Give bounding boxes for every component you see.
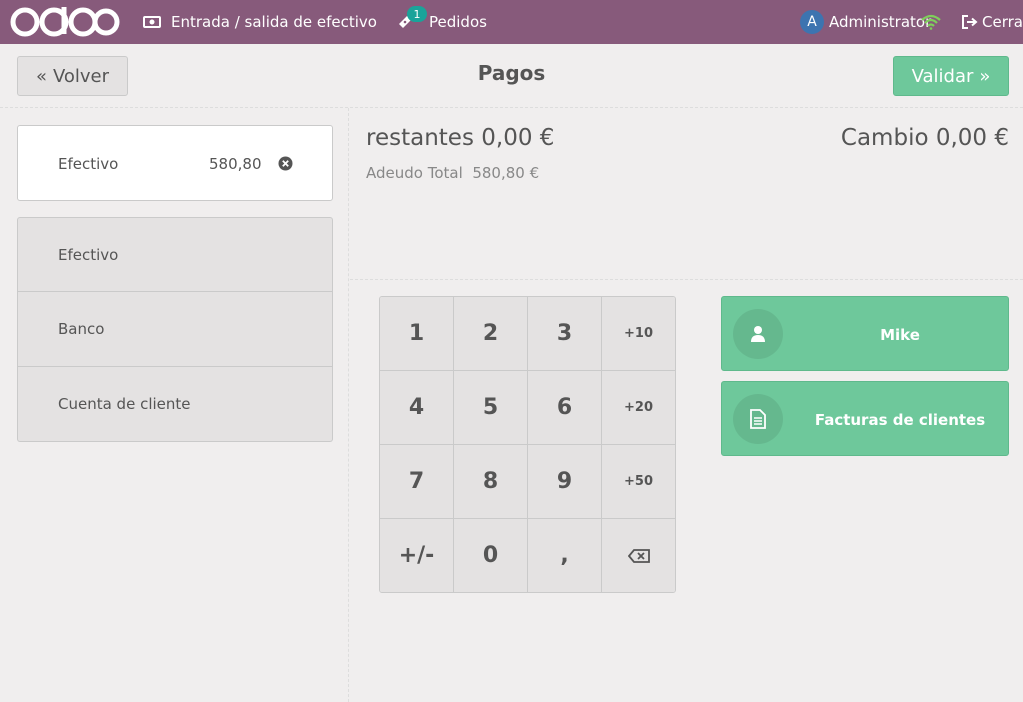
- logout-label: Cerrar: [982, 13, 1023, 31]
- numpad-key-7[interactable]: 7: [380, 445, 454, 519]
- payment-line[interactable]: Efectivo 580,80: [17, 125, 333, 201]
- numpad: 1 2 3 +10 4 5 6 +20 7 8 9 +50 +/- 0 ,: [379, 296, 676, 593]
- numpad-backspace[interactable]: [602, 519, 675, 592]
- document-icon: [733, 394, 783, 444]
- backspace-icon: [627, 548, 650, 563]
- payment-line-amount: 580,80: [209, 155, 262, 173]
- page-title: Pagos: [477, 61, 546, 85]
- payment-method-list: Efectivo Banco Cuenta de cliente: [17, 217, 333, 442]
- change-value: 0,00 €: [935, 125, 1009, 151]
- cash-in-out-label: Entrada / salida de efectivo: [171, 13, 377, 31]
- back-label: Volver: [52, 65, 110, 87]
- customer-button[interactable]: Mike: [721, 296, 1009, 371]
- back-button[interactable]: « Volver: [17, 56, 128, 96]
- remaining-value: 0,00 €: [481, 125, 555, 151]
- orders-label: Pedidos: [429, 13, 487, 31]
- user-name: Administrator: [829, 13, 932, 31]
- payment-method-label: Cuenta de cliente: [58, 395, 191, 413]
- numpad-key-2[interactable]: 2: [454, 297, 528, 371]
- payment-methods-panel: Efectivo 580,80 Efectivo Banco Cuenta de…: [0, 108, 349, 702]
- validate-label: Validar: [911, 65, 974, 87]
- user-menu[interactable]: A Administrator: [800, 0, 931, 44]
- numpad-key-8[interactable]: 8: [454, 445, 528, 519]
- money-icon: [143, 16, 161, 28]
- odoo-logo: [8, 0, 120, 44]
- change-label: Cambio: [840, 125, 929, 151]
- double-chevron-right-icon: »: [979, 65, 991, 87]
- payment-line-method: Efectivo: [58, 155, 119, 173]
- total-due-value: 580,80 €: [472, 164, 540, 182]
- payment-method-customer-account[interactable]: Cuenta de cliente: [17, 367, 333, 442]
- payment-method-label: Efectivo: [58, 245, 119, 264]
- avatar: A: [800, 10, 824, 34]
- numpad-key-4[interactable]: 4: [380, 371, 454, 445]
- total-due-label: Adeudo Total: [366, 164, 463, 182]
- numpad-key-5[interactable]: 5: [454, 371, 528, 445]
- logout-button[interactable]: Cerrar: [962, 0, 1023, 44]
- numpad-key-0[interactable]: 0: [454, 519, 528, 592]
- invoice-button[interactable]: Facturas de clientes: [721, 381, 1009, 456]
- cash-in-out-button[interactable]: Entrada / salida de efectivo: [143, 0, 377, 44]
- payment-method-cash[interactable]: Efectivo: [17, 217, 333, 292]
- payment-header: Pagos « Volver Validar »: [0, 44, 1023, 108]
- remaining-amount: restantes 0,00 €: [366, 125, 554, 151]
- customer-name: Mike: [880, 325, 920, 344]
- orders-count-badge: 1: [407, 6, 427, 22]
- wifi-icon[interactable]: [921, 0, 941, 44]
- delete-payment-icon[interactable]: [278, 156, 293, 171]
- numpad-key-6[interactable]: 6: [528, 371, 602, 445]
- remaining-label: restantes: [366, 125, 474, 151]
- numpad-key-comma[interactable]: ,: [528, 519, 602, 592]
- numpad-key-9[interactable]: 9: [528, 445, 602, 519]
- numpad-key-1[interactable]: 1: [380, 297, 454, 371]
- double-chevron-left-icon: «: [35, 65, 47, 87]
- change-amount: Cambio 0,00 €: [841, 125, 1009, 151]
- numpad-key-plus50[interactable]: +50: [602, 445, 675, 519]
- total-due: Adeudo Total 580,80 €: [366, 164, 539, 182]
- payment-method-label: Banco: [58, 320, 105, 338]
- numpad-key-plus10[interactable]: +10: [602, 297, 675, 371]
- top-bar: Entrada / salida de efectivo Pedidos 1 A…: [0, 0, 1023, 44]
- payment-summary: restantes 0,00 € Cambio 0,00 € Adeudo To…: [350, 108, 1023, 280]
- invoice-label: Facturas de clientes: [814, 410, 986, 429]
- numpad-key-3[interactable]: 3: [528, 297, 602, 371]
- sign-out-icon: [962, 15, 978, 29]
- user-icon: [733, 309, 783, 359]
- numpad-key-sign[interactable]: +/-: [380, 519, 454, 592]
- numpad-key-plus20[interactable]: +20: [602, 371, 675, 445]
- payment-method-bank[interactable]: Banco: [17, 292, 333, 367]
- validate-button[interactable]: Validar »: [893, 56, 1009, 96]
